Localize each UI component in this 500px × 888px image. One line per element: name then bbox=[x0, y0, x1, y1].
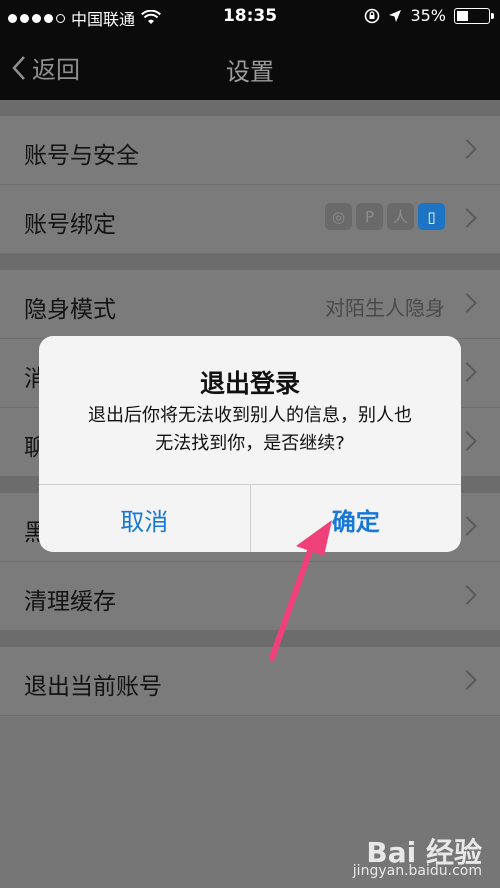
watermark: Bai 经验 jingyan.baidu.com bbox=[352, 836, 482, 880]
annotation-arrow bbox=[269, 520, 332, 661]
watermark-brand: Bai 经验 bbox=[366, 836, 482, 869]
watermark-url: jingyan.baidu.com bbox=[352, 863, 482, 879]
